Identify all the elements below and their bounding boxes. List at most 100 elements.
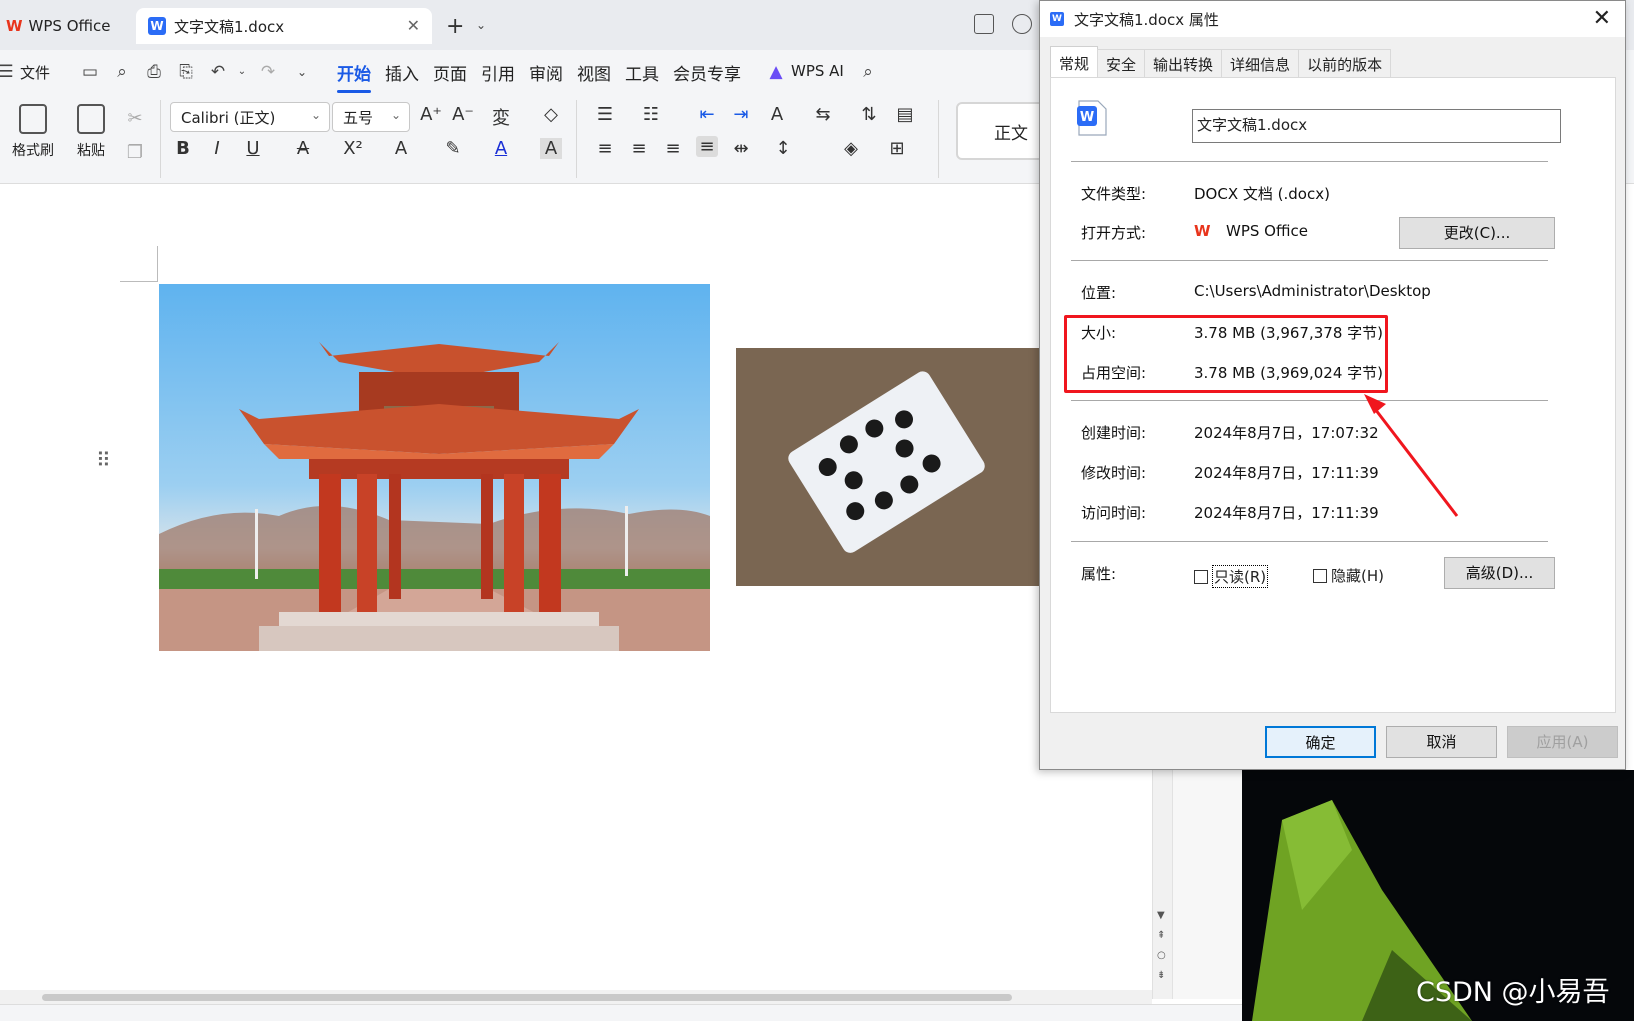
next-page-icon[interactable]: ⇟ <box>1157 970 1165 981</box>
text-direction-icon[interactable]: A <box>766 104 788 125</box>
tab-general[interactable]: 常规 <box>1050 46 1099 77</box>
font-color-icon[interactable]: A <box>490 138 512 159</box>
tab-previous-versions[interactable]: 以前的版本 <box>1298 49 1392 77</box>
open-with-value: WPS Office <box>1226 222 1308 240</box>
bold-icon[interactable]: B <box>172 138 194 159</box>
pavilion-drawing <box>159 342 710 651</box>
tab-document[interactable]: W 文字文稿1.docx ✕ <box>136 8 432 44</box>
divider <box>1071 161 1548 162</box>
new-tab-icon[interactable]: + <box>446 14 464 39</box>
shrink-font-icon[interactable]: A⁻ <box>452 104 474 125</box>
italic-icon[interactable]: I <box>206 138 228 159</box>
convert-icon[interactable]: ⇆ <box>812 104 834 125</box>
modified-value: 2024年8月7日，17:11:39 <box>1194 464 1379 482</box>
more-chevron-icon[interactable]: ⌄ <box>292 62 312 82</box>
created-value: 2024年8月7日，17:07:32 <box>1194 424 1379 442</box>
clipboard-icon <box>77 104 105 134</box>
readonly-checkbox[interactable]: 只读(R) <box>1194 565 1269 588</box>
change-button[interactable]: 更改(C)... <box>1399 217 1555 249</box>
file-name-field[interactable]: 文字文稿1.docx <box>1192 109 1561 143</box>
checkbox-box[interactable] <box>1313 568 1327 583</box>
align-left-icon[interactable]: ≡ <box>594 138 616 159</box>
print-icon[interactable]: ⎙ <box>144 62 164 82</box>
print-preview-icon[interactable]: ⎘ <box>176 62 196 82</box>
drag-handle-icon[interactable]: ⠿ <box>96 450 111 470</box>
layout-icon[interactable] <box>974 14 994 34</box>
menu-home[interactable]: 开始 <box>337 60 371 85</box>
superscript-icon[interactable]: X² <box>342 138 364 159</box>
char-shading-icon[interactable]: A <box>540 138 562 159</box>
ok-button[interactable]: 确定 <box>1265 726 1376 758</box>
line-spacing-icon[interactable]: ↕ <box>772 138 794 159</box>
size-highlight-box <box>1064 315 1388 393</box>
paste-button[interactable]: 粘贴 <box>68 104 114 160</box>
phonetic-icon[interactable]: 変 <box>490 104 512 130</box>
select-browse-icon[interactable]: ○ <box>1157 950 1166 961</box>
menu-review[interactable]: 审阅 <box>529 60 563 85</box>
tab-details[interactable]: 详细信息 <box>1221 49 1300 77</box>
scroll-down-icon[interactable]: ▼ <box>1157 910 1165 921</box>
brush-icon <box>19 104 47 134</box>
tab-wps-home[interactable]: W WPS Office <box>0 8 130 44</box>
prev-page-icon[interactable]: ⇞ <box>1157 930 1165 941</box>
tab-security[interactable]: 安全 <box>1097 49 1146 77</box>
align-center-icon[interactable]: ≡ <box>628 138 650 159</box>
borders-icon[interactable]: ⊞ <box>886 138 908 159</box>
cancel-button[interactable]: 取消 <box>1386 726 1497 758</box>
font-size-select[interactable]: 五号 ⌄ <box>332 102 410 132</box>
strikethrough-icon[interactable]: A <box>292 138 314 159</box>
undo-icon[interactable]: ↶ <box>208 62 228 82</box>
menu-insert[interactable]: 插入 <box>385 60 419 85</box>
wps-logo-icon: W <box>6 17 23 35</box>
eraser-icon[interactable]: ◇ <box>540 104 562 125</box>
undo-dropdown-icon[interactable]: ⌄ <box>232 62 252 82</box>
tab-close-icon[interactable]: ✕ <box>407 16 420 35</box>
copy-icon[interactable]: ❐ <box>124 142 146 163</box>
divider <box>1071 400 1548 401</box>
highlight-icon[interactable]: ✎ <box>442 138 464 159</box>
align-right-icon[interactable]: ≡ <box>662 138 684 159</box>
playing-card-image[interactable] <box>736 348 1041 586</box>
show-marks-icon[interactable]: ▤ <box>894 104 916 125</box>
bullets-icon[interactable]: ☰ <box>594 104 616 125</box>
hamburger-icon[interactable]: ☰ <box>0 62 16 82</box>
decrease-indent-icon[interactable]: ⇤ <box>696 104 718 125</box>
tab-output-convert[interactable]: 输出转换 <box>1144 49 1223 77</box>
format-painter-button[interactable]: 格式刷 <box>10 104 56 160</box>
menu-wps-ai[interactable]: WPS AI <box>791 62 844 80</box>
distribute-icon[interactable]: ⇹ <box>730 138 752 159</box>
menu-reference[interactable]: 引用 <box>481 60 515 85</box>
shading-icon[interactable]: ◈ <box>840 138 862 159</box>
cut-icon[interactable]: ✂ <box>124 108 146 129</box>
justify-icon[interactable]: ≡ <box>696 136 718 157</box>
format-icon[interactable]: ⌕ <box>112 62 132 82</box>
menu-page[interactable]: 页面 <box>433 60 467 85</box>
menu-view[interactable]: 视图 <box>577 60 611 85</box>
horizontal-scrollbar[interactable] <box>0 990 1152 1004</box>
hidden-checkbox[interactable]: 隐藏(H) <box>1313 565 1384 586</box>
menu-member[interactable]: 会员专享 <box>673 60 741 85</box>
close-icon[interactable]: ✕ <box>1593 6 1611 31</box>
pavilion-image[interactable] <box>159 284 710 651</box>
horizontal-scroll-thumb[interactable] <box>42 994 1012 1001</box>
dialog-title-bar[interactable]: W 文字文稿1.docx 属性 ✕ <box>1040 1 1625 37</box>
numbering-icon[interactable]: ☷ <box>640 104 662 125</box>
search-icon[interactable]: ⌕ <box>858 62 878 82</box>
redo-icon[interactable]: ↷ <box>258 62 278 82</box>
apply-button[interactable]: 应用(A) <box>1507 726 1618 758</box>
menu-file[interactable]: 文件 <box>20 62 50 83</box>
grow-font-icon[interactable]: A⁺ <box>420 104 442 125</box>
underline-icon[interactable]: U <box>242 138 264 159</box>
advanced-button[interactable]: 高级(D)... <box>1444 557 1555 589</box>
checkbox-box[interactable] <box>1194 569 1208 584</box>
save-icon[interactable]: ▭ <box>80 62 100 82</box>
increase-indent-icon[interactable]: ⇥ <box>730 104 752 125</box>
sort-icon[interactable]: ⇅ <box>858 104 880 125</box>
ribbon-separator <box>938 100 939 178</box>
wps-ai-icon[interactable]: ▲ <box>766 62 786 82</box>
menu-tools[interactable]: 工具 <box>625 60 659 85</box>
text-effect-icon[interactable]: A <box>390 138 412 159</box>
cube-icon[interactable] <box>1012 14 1032 34</box>
font-name-select[interactable]: Calibri (正文) ⌄ <box>170 102 330 132</box>
chevron-down-icon[interactable]: ⌄ <box>476 18 486 32</box>
